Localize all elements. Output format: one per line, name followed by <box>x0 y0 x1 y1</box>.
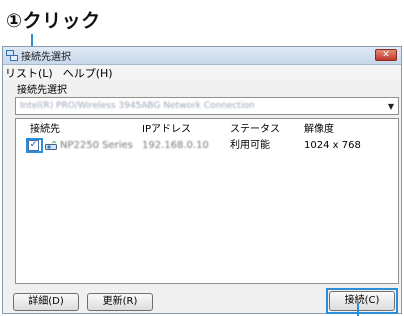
row-checkbox[interactable]: ✓ <box>28 140 39 151</box>
annotation-click: ①クリック <box>6 10 101 32</box>
menu-bar: リスト(L) ヘルプ(H) <box>3 65 401 80</box>
details-button[interactable]: 詳細(D) <box>13 293 79 311</box>
adapter-select[interactable]: Intel(R) PRO/Wireless 3945ABG Network Co… <box>15 97 399 115</box>
title-bar[interactable]: 接続先選択 ✕ <box>3 47 401 65</box>
connect-button[interactable]: 接続(C) <box>329 291 395 311</box>
column-header-destination[interactable]: 接続先 <box>30 122 60 138</box>
column-header-status[interactable]: ステータス <box>230 122 280 138</box>
device-ip: 192.168.0.10 <box>142 140 209 151</box>
destination-list: 接続先 IPアドレス ステータス 解像度 ✓ NP2250 Series 192… <box>15 118 399 284</box>
update-button[interactable]: 更新(R) <box>87 293 153 311</box>
menu-help[interactable]: ヘルプ(H) <box>63 65 113 81</box>
projector-device-icon <box>45 141 57 150</box>
window-title: 接続先選択 <box>21 52 71 63</box>
table-row[interactable]: ✓ NP2250 Series 192.168.0.10 利用可能 1024 x… <box>16 138 398 154</box>
adapter-select-value: Intel(R) PRO/Wireless 3945ABG Network Co… <box>20 101 255 111</box>
close-icon: ✕ <box>382 50 390 60</box>
device-resolution: 1024 x 768 <box>304 140 361 151</box>
connection-select-label: 接続先選択 <box>17 85 67 96</box>
network-app-icon <box>6 50 18 61</box>
device-name: NP2250 Series <box>60 140 133 151</box>
chevron-down-icon[interactable]: ▼ <box>384 102 398 111</box>
check-icon: ✓ <box>29 140 38 150</box>
column-header-ip[interactable]: IPアドレス <box>142 122 191 138</box>
connection-select-window: 接続先選択 ✕ リスト(L) ヘルプ(H) 接続先選択 Intel(R) PRO… <box>2 46 402 314</box>
list-header: 接続先 IPアドレス ステータス 解像度 <box>16 122 398 138</box>
callout-line-bottom <box>357 303 359 316</box>
close-button[interactable]: ✕ <box>375 49 397 61</box>
column-header-resolution[interactable]: 解像度 <box>304 122 334 138</box>
menu-list[interactable]: リスト(L) <box>5 65 53 81</box>
device-status: 利用可能 <box>230 140 270 151</box>
